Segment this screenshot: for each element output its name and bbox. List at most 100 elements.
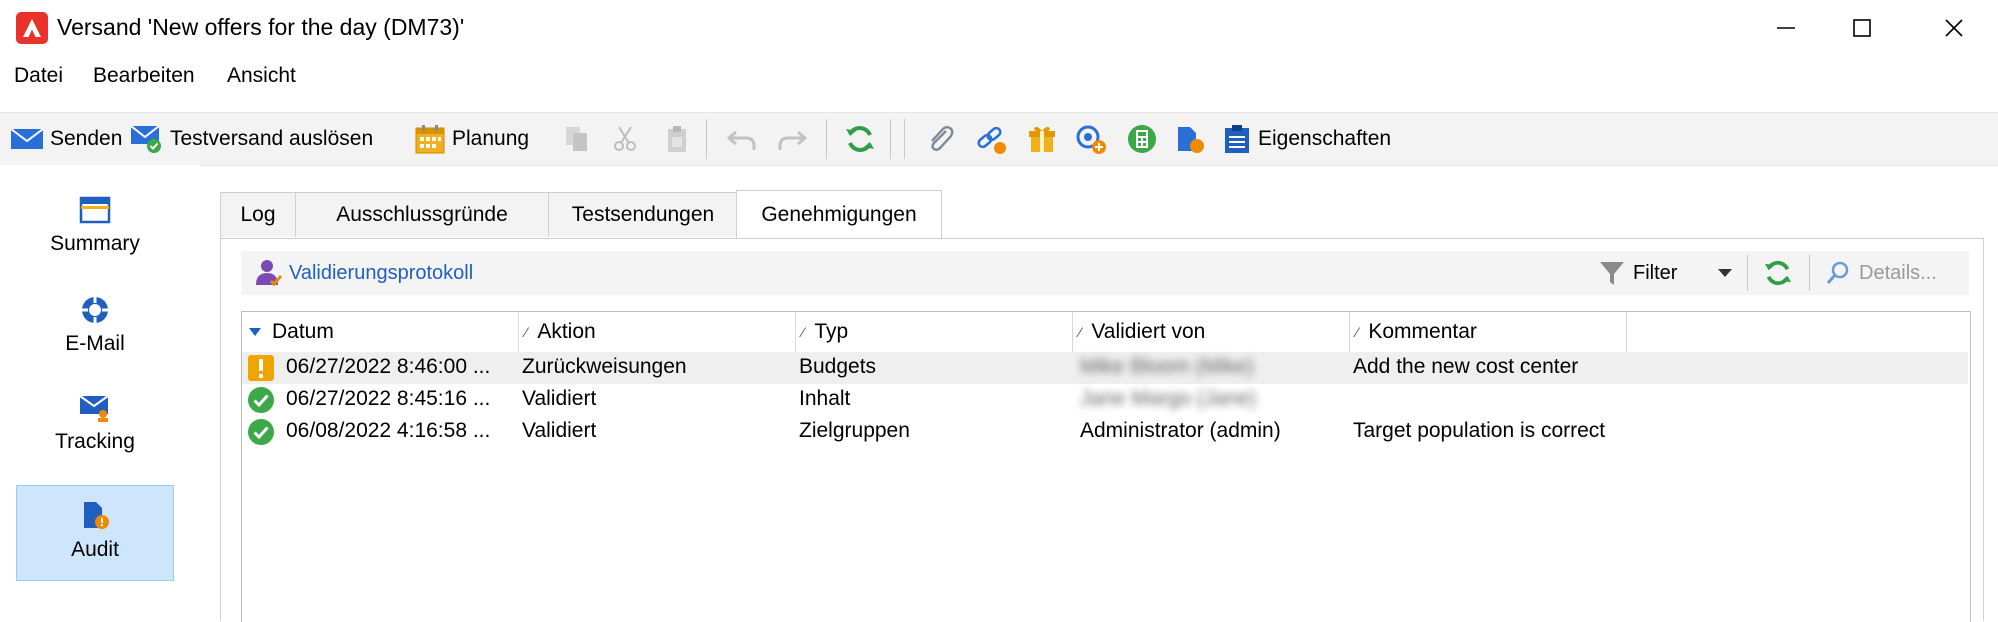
tab-approvals[interactable]: Genehmigungen [736, 190, 942, 239]
offer-button[interactable] [1026, 121, 1058, 157]
approvals-grid: Datum ⁄ Aktion ⁄ Typ ⁄ Validiert von ⁄ K… [241, 311, 1971, 622]
check-circle-icon [248, 419, 274, 445]
table-row[interactable]: 06/27/2022 8:45:16 ... Validiert Inhalt … [242, 384, 1968, 416]
toolbar-separator [706, 119, 707, 159]
send-proof-button[interactable]: Testversand auslösen [130, 121, 373, 157]
column-header-type-label: Typ [814, 320, 849, 343]
minimize-button[interactable] [1756, 8, 1816, 48]
nav-item-summary[interactable]: Summary [16, 195, 174, 291]
menu-bearbeiten[interactable]: Bearbeiten [93, 64, 195, 88]
envelope-check-icon [130, 125, 161, 153]
column-header-date[interactable]: Datum [242, 312, 519, 352]
filter-dropdown-button[interactable] [1717, 255, 1733, 291]
envelope-icon [10, 128, 44, 149]
tab-log[interactable]: Log [220, 192, 296, 237]
clipboard-icon [668, 126, 686, 152]
calculator-button[interactable] [1126, 121, 1158, 157]
redo-button[interactable] [776, 121, 808, 157]
magnifier-icon [1826, 261, 1849, 284]
nav-tracking-label: Tracking [55, 430, 135, 453]
menu-datei[interactable]: Datei [14, 64, 63, 88]
cell-comment: Target population is correct [1353, 419, 1606, 442]
maximize-button[interactable] [1832, 8, 1892, 48]
column-header-action[interactable]: ⁄ Aktion [519, 312, 796, 352]
panel-refresh-button[interactable] [1763, 255, 1793, 291]
summary-window-icon [79, 196, 111, 224]
send-proof-label: Testversand auslösen [170, 127, 374, 150]
link-button[interactable] [974, 121, 1008, 157]
column-header-action-label: Aktion [537, 320, 596, 343]
close-button[interactable] [1924, 8, 1984, 48]
tracking-envelope-icon [79, 395, 109, 422]
undo-icon [726, 130, 756, 150]
tab-exclusion-reasons[interactable]: Ausschlussgründe [295, 192, 549, 237]
cell-date: 06/08/2022 4:16:58 ... [286, 419, 491, 442]
tab-proofs[interactable]: Testsendungen [548, 192, 738, 237]
calendar-icon [415, 125, 445, 154]
filter-button[interactable]: Filter [1599, 255, 1677, 291]
approvals-panel: Validierungsprotokoll Filter Details... [220, 238, 1984, 622]
document-badge-icon [1178, 127, 1204, 153]
properties-clipboard-icon [1225, 125, 1249, 153]
toolbar-separator [826, 119, 827, 159]
schedule-button[interactable]: Planung [414, 121, 529, 157]
maximize-icon [1853, 19, 1871, 37]
audit-button[interactable] [1174, 121, 1206, 157]
sort-indicator-icon: ⁄ [1356, 324, 1359, 340]
close-icon [1945, 19, 1963, 37]
toolbar-separator [904, 119, 905, 159]
schedule-label: Planung [452, 127, 530, 150]
approvals-toolbar: Validierungsprotokoll Filter Details... [241, 251, 1969, 295]
cell-type: Budgets [799, 355, 877, 378]
nav-item-audit[interactable]: Audit [16, 485, 174, 581]
refresh-icon [846, 126, 874, 152]
column-header-type[interactable]: ⁄ Typ [796, 312, 1073, 352]
cell-type: Inhalt [799, 387, 851, 410]
app-logo-icon [16, 12, 48, 44]
sort-indicator-icon: ⁄ [802, 324, 805, 340]
paperclip-icon [931, 126, 954, 151]
cell-comment: Add the new cost center [1353, 355, 1579, 378]
cell-type: Zielgruppen [799, 419, 910, 442]
undo-button[interactable] [726, 121, 758, 157]
column-header-validated-by-label: Validiert von [1091, 320, 1206, 343]
table-row[interactable]: 06/27/2022 8:46:00 ... Zurückweisungen B… [242, 352, 1968, 384]
tab-approvals-label: Genehmigungen [761, 203, 917, 226]
send-button[interactable]: Senden [10, 121, 122, 157]
cell-validated-by: Jane Margo (Jane) [1080, 387, 1257, 410]
email-lifebuoy-icon [82, 297, 108, 323]
properties-label: Eigenschaften [1258, 127, 1392, 150]
nav-item-tracking[interactable]: Tracking [16, 391, 174, 487]
sort-descending-icon [249, 328, 261, 336]
cell-action: Validiert [522, 419, 597, 442]
toolbar-separator [1809, 255, 1810, 291]
copy-icon [566, 127, 587, 151]
refresh-button[interactable] [844, 121, 876, 157]
target-button[interactable] [1074, 121, 1108, 157]
copy-button[interactable] [562, 121, 592, 157]
sort-indicator-icon: ⁄ [525, 324, 528, 340]
tab-exclusion-label: Ausschlussgründe [336, 203, 508, 226]
column-header-validated-by[interactable]: ⁄ Validiert von [1073, 312, 1350, 352]
user-validation-icon [256, 260, 283, 287]
validation-log-button[interactable]: Validierungsprotokoll [253, 255, 473, 291]
toolbar-separator [1747, 255, 1748, 291]
redo-icon [778, 130, 808, 150]
table-row[interactable]: 06/08/2022 4:16:58 ... Validiert Zielgru… [242, 416, 1968, 448]
details-label: Details... [1859, 261, 1937, 284]
window-title: Versand 'New offers for the day (DM73)' [57, 14, 464, 41]
attachment-button[interactable] [924, 121, 956, 157]
validation-log-label: Validierungsprotokoll [289, 261, 474, 284]
paste-button[interactable] [662, 121, 692, 157]
column-header-comment[interactable]: ⁄ Kommentar [1350, 312, 1627, 352]
warning-icon [248, 355, 274, 381]
details-button[interactable]: Details... [1825, 255, 1937, 291]
menu-ansicht[interactable]: Ansicht [227, 64, 296, 88]
cut-button[interactable] [610, 121, 640, 157]
minimize-icon [1777, 27, 1795, 29]
nav-email-label: E-Mail [65, 332, 125, 355]
properties-button[interactable]: Eigenschaften [1222, 121, 1391, 157]
calculator-icon [1128, 125, 1156, 153]
column-header-comment-label: Kommentar [1368, 320, 1477, 343]
nav-item-email[interactable]: E-Mail [16, 293, 174, 389]
